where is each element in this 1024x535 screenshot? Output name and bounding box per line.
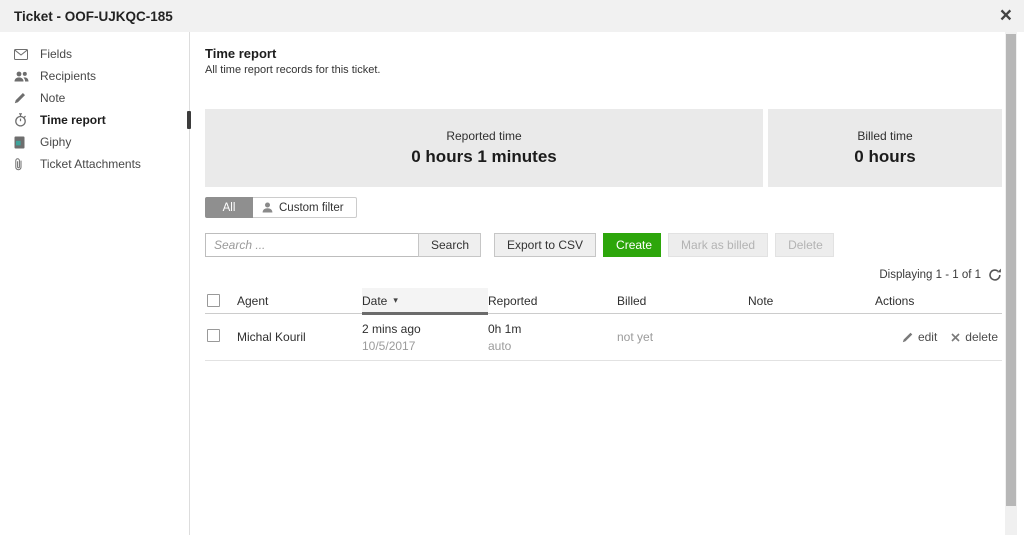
sidebar-item-recipients[interactable]: Recipients	[0, 65, 189, 87]
reported-mode: auto	[488, 339, 617, 353]
sidebar-item-time-report[interactable]: Time report	[0, 109, 189, 131]
vertical-scrollbar	[1005, 32, 1017, 535]
table-row: Michal Kouril 2 mins ago 10/5/2017 0h 1m…	[205, 314, 1002, 361]
row-checkbox[interactable]	[207, 329, 220, 342]
column-header-reported[interactable]: Reported	[488, 288, 617, 313]
column-header-date-label: Date	[362, 294, 387, 308]
select-all-checkbox[interactable]	[207, 294, 220, 307]
dialog-title: Ticket - OOF-UJKQC-185	[14, 9, 173, 24]
pagination: Displaying 1 - 1 of 1	[205, 268, 1002, 282]
sidebar-item-label: Ticket Attachments	[40, 157, 141, 171]
reported-time-label: Reported time	[446, 129, 521, 143]
select-all-checkbox-cell	[205, 288, 237, 313]
close-icon[interactable]: ×	[996, 3, 1016, 29]
delete-x-icon	[951, 333, 960, 342]
sidebar-item-fields[interactable]: Fields	[0, 43, 189, 65]
dialog-titlebar: Ticket - OOF-UJKQC-185 ×	[0, 0, 1024, 32]
page-subtitle: All time report records for this ticket.	[205, 64, 1002, 76]
tab-all[interactable]: All	[205, 197, 253, 218]
sidebar-item-label: Fields	[40, 47, 72, 61]
tab-custom-filter-label: Custom filter	[279, 202, 344, 214]
mark-as-billed-button[interactable]: Mark as billed	[668, 233, 768, 257]
pagination-text: Displaying 1 - 1 of 1	[879, 269, 981, 281]
sidebar-item-label: Recipients	[40, 69, 96, 83]
search-button[interactable]: Search	[418, 233, 481, 257]
billed-time-label: Billed time	[857, 129, 912, 143]
users-icon	[14, 71, 31, 82]
sidebar-item-label: Time report	[40, 113, 106, 127]
tab-custom-filter[interactable]: Custom filter	[253, 197, 357, 218]
column-header-date[interactable]: Date ▾	[362, 288, 488, 313]
sidebar-item-giphy[interactable]: Giphy	[0, 131, 189, 153]
reported-time-panel: Reported time 0 hours 1 minutes	[205, 109, 763, 187]
billed-time-value: 0 hours	[854, 147, 915, 167]
table-header-row: Agent Date ▾ Reported Billed Note Action…	[205, 288, 1002, 314]
edit-action[interactable]: edit	[902, 330, 937, 344]
reported-time-value: 0 hours 1 minutes	[411, 147, 556, 167]
envelope-icon	[14, 49, 31, 60]
date-absolute: 10/5/2017	[362, 339, 488, 353]
filter-tabs: All Custom filter	[205, 197, 1002, 218]
summary-panels: Reported time 0 hours 1 minutes Billed t…	[205, 109, 1002, 187]
column-header-agent[interactable]: Agent	[237, 288, 362, 313]
sort-desc-icon: ▾	[393, 295, 398, 306]
image-icon	[14, 136, 31, 149]
date-cell: 2 mins ago 10/5/2017	[362, 322, 488, 353]
export-csv-button[interactable]: Export to CSV	[494, 233, 596, 257]
paperclip-icon	[14, 157, 31, 171]
refresh-icon[interactable]	[988, 268, 1002, 282]
billed-time-panel: Billed time 0 hours	[768, 109, 1002, 187]
person-icon	[262, 202, 273, 213]
row-checkbox-cell	[205, 329, 237, 345]
page-title: Time report	[205, 46, 1002, 61]
search-input[interactable]	[205, 233, 418, 257]
date-relative: 2 mins ago	[362, 322, 488, 336]
edit-action-label: edit	[918, 330, 937, 344]
delete-action[interactable]: delete	[951, 330, 998, 344]
create-button[interactable]: Create	[603, 233, 661, 257]
column-header-actions: Actions	[875, 288, 1002, 313]
sidebar-item-label: Note	[40, 91, 65, 105]
sidebar-item-label: Giphy	[40, 135, 71, 149]
pencil-icon	[14, 92, 31, 104]
active-item-indicator	[187, 111, 191, 129]
ticket-dialog: Ticket - OOF-UJKQC-185 × Fields Recipien…	[0, 0, 1024, 535]
actions-cell: edit delete	[875, 330, 1002, 344]
delete-button[interactable]: Delete	[775, 233, 834, 257]
billed-cell: not yet	[617, 330, 748, 344]
delete-action-label: delete	[965, 330, 998, 344]
edit-pencil-icon	[902, 332, 913, 343]
sidebar: Fields Recipients Note Time report Gi	[0, 32, 190, 535]
agent-cell: Michal Kouril	[237, 330, 362, 344]
toolbar: Search Export to CSV Create Mark as bill…	[205, 233, 1002, 257]
sidebar-item-note[interactable]: Note	[0, 87, 189, 109]
column-header-note[interactable]: Note	[748, 288, 875, 313]
sidebar-item-ticket-attachments[interactable]: Ticket Attachments	[0, 153, 189, 175]
reported-cell: 0h 1m auto	[488, 322, 617, 353]
reported-duration: 0h 1m	[488, 322, 617, 336]
time-report-panel: Time report All time report records for …	[205, 32, 1002, 361]
time-report-table: Agent Date ▾ Reported Billed Note Action…	[205, 288, 1002, 361]
stopwatch-icon	[14, 113, 31, 127]
scrollbar-thumb[interactable]	[1006, 34, 1016, 506]
column-header-billed[interactable]: Billed	[617, 288, 748, 313]
